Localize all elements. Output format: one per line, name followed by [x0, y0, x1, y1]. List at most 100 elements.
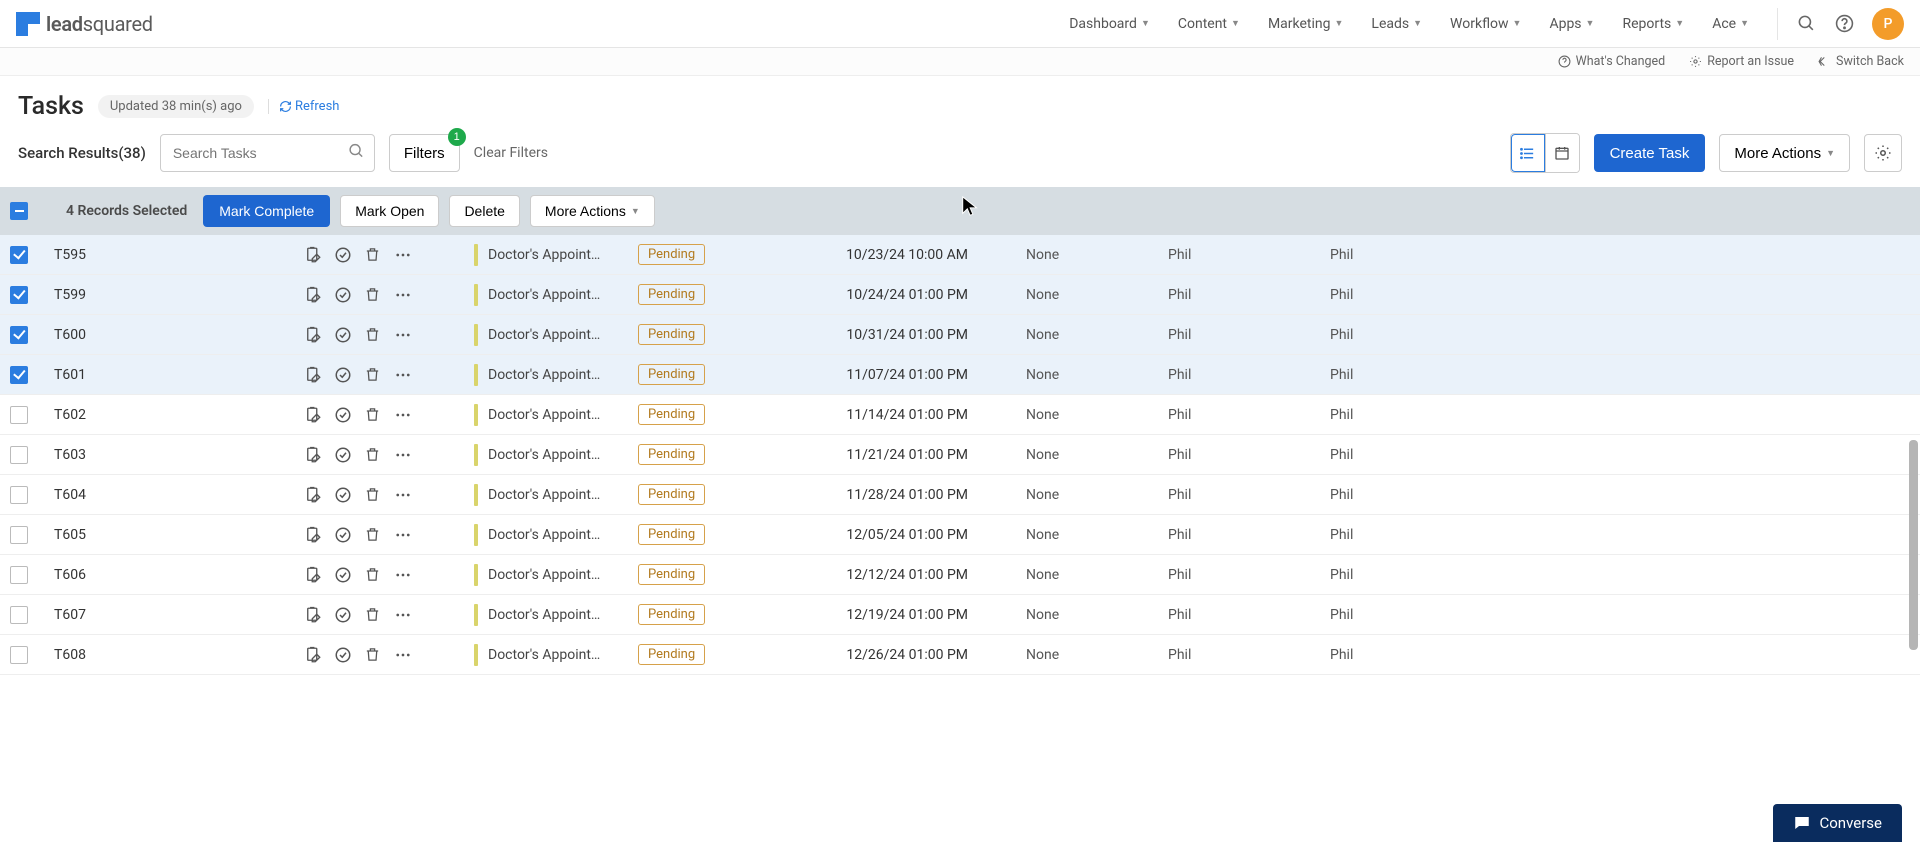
nav-item-ace[interactable]: Ace ▼: [1712, 16, 1749, 32]
table-row[interactable]: T607Doctor's Appoint…Pending12/19/24 01:…: [0, 595, 1920, 635]
calendar-view-button[interactable]: [1545, 134, 1579, 172]
more-icon[interactable]: [394, 406, 412, 424]
more-icon[interactable]: [394, 486, 412, 504]
more-icon[interactable]: [394, 606, 412, 624]
logo[interactable]: leadsquared: [16, 12, 153, 36]
edit-icon[interactable]: [304, 406, 322, 424]
delete-icon[interactable]: [364, 446, 382, 464]
more-icon[interactable]: [394, 286, 412, 304]
complete-icon[interactable]: [334, 446, 352, 464]
row-checkbox[interactable]: [10, 326, 28, 344]
edit-icon[interactable]: [304, 246, 322, 264]
delete-icon[interactable]: [364, 246, 382, 264]
nav-item-content[interactable]: Content ▼: [1178, 16, 1240, 32]
table-row[interactable]: T601Doctor's Appoint…Pending11/07/24 01:…: [0, 355, 1920, 395]
complete-icon[interactable]: [334, 326, 352, 344]
complete-icon[interactable]: [334, 486, 352, 504]
avatar[interactable]: P: [1872, 8, 1904, 40]
search-icon[interactable]: [1796, 14, 1816, 34]
more-icon[interactable]: [394, 326, 412, 344]
search-icon[interactable]: [348, 143, 365, 164]
row-checkbox[interactable]: [10, 446, 28, 464]
complete-icon[interactable]: [334, 606, 352, 624]
complete-icon[interactable]: [334, 406, 352, 424]
delete-icon[interactable]: [364, 286, 382, 304]
nav-item-workflow[interactable]: Workflow ▼: [1450, 16, 1521, 32]
nav-right: P: [1777, 8, 1904, 40]
list-view-button[interactable]: [1511, 134, 1545, 172]
delete-icon[interactable]: [364, 646, 382, 664]
more-icon[interactable]: [394, 526, 412, 544]
whats-changed-link[interactable]: What's Changed: [1558, 54, 1666, 69]
table-row[interactable]: T606Doctor's Appoint…Pending12/12/24 01:…: [0, 555, 1920, 595]
nav-item-marketing[interactable]: Marketing ▼: [1268, 16, 1343, 32]
more-icon[interactable]: [394, 366, 412, 384]
delete-icon[interactable]: [364, 326, 382, 344]
row-checkbox[interactable]: [10, 606, 28, 624]
table-row[interactable]: T603Doctor's Appoint…Pending11/21/24 01:…: [0, 435, 1920, 475]
bulk-more-actions-button[interactable]: More Actions ▼: [530, 195, 655, 227]
create-task-button[interactable]: Create Task: [1594, 134, 1706, 172]
delete-icon[interactable]: [364, 526, 382, 544]
row-checkbox[interactable]: [10, 526, 28, 544]
search-input[interactable]: [160, 134, 375, 172]
complete-icon[interactable]: [334, 366, 352, 384]
delete-icon[interactable]: [364, 406, 382, 424]
edit-icon[interactable]: [304, 366, 322, 384]
complete-icon[interactable]: [334, 646, 352, 664]
edit-icon[interactable]: [304, 646, 322, 664]
edit-icon[interactable]: [304, 486, 322, 504]
table-row[interactable]: T599Doctor's Appoint…Pending10/24/24 01:…: [0, 275, 1920, 315]
more-icon[interactable]: [394, 246, 412, 264]
converse-button[interactable]: Converse: [1773, 804, 1902, 842]
mark-complete-button[interactable]: Mark Complete: [203, 195, 330, 227]
table-row[interactable]: T602Doctor's Appoint…Pending11/14/24 01:…: [0, 395, 1920, 435]
table-row[interactable]: T604Doctor's Appoint…Pending11/28/24 01:…: [0, 475, 1920, 515]
table-row[interactable]: T595Doctor's Appoint…Pending10/23/24 10:…: [0, 235, 1920, 275]
row-checkbox[interactable]: [10, 486, 28, 504]
row-checkbox[interactable]: [10, 246, 28, 264]
row-checkbox[interactable]: [10, 646, 28, 664]
delete-icon[interactable]: [364, 486, 382, 504]
report-issue-link[interactable]: Report an Issue: [1689, 54, 1794, 69]
delete-button[interactable]: Delete: [449, 195, 519, 227]
complete-icon[interactable]: [334, 286, 352, 304]
help-icon[interactable]: [1834, 14, 1854, 34]
nav-item-leads[interactable]: Leads ▼: [1371, 16, 1422, 32]
edit-icon[interactable]: [304, 566, 322, 584]
mark-open-button[interactable]: Mark Open: [340, 195, 439, 227]
complete-icon[interactable]: [334, 246, 352, 264]
delete-icon[interactable]: [364, 366, 382, 384]
edit-icon[interactable]: [304, 446, 322, 464]
complete-icon[interactable]: [334, 526, 352, 544]
clear-filters-link[interactable]: Clear Filters: [474, 145, 548, 161]
table-row[interactable]: T605Doctor's Appoint…Pending12/05/24 01:…: [0, 515, 1920, 555]
settings-button[interactable]: [1864, 134, 1902, 172]
edit-icon[interactable]: [304, 606, 322, 624]
more-actions-button[interactable]: More Actions ▼: [1719, 134, 1850, 172]
refresh-link[interactable]: Refresh: [268, 99, 339, 114]
row-checkbox[interactable]: [10, 566, 28, 584]
row-checkbox[interactable]: [10, 366, 28, 384]
select-all-checkbox[interactable]: [10, 202, 28, 220]
edit-icon[interactable]: [304, 526, 322, 544]
more-icon[interactable]: [394, 446, 412, 464]
row-checkbox[interactable]: [10, 286, 28, 304]
nav-item-reports[interactable]: Reports ▼: [1622, 16, 1684, 32]
filters-button[interactable]: Filters 1: [389, 134, 460, 172]
delete-icon[interactable]: [364, 606, 382, 624]
table-row[interactable]: T600Doctor's Appoint…Pending10/31/24 01:…: [0, 315, 1920, 355]
table-row[interactable]: T608Doctor's Appoint…Pending12/26/24 01:…: [0, 635, 1920, 675]
switch-back-link[interactable]: Switch Back: [1818, 54, 1904, 69]
nav-item-dashboard[interactable]: Dashboard ▼: [1069, 16, 1150, 32]
more-icon[interactable]: [394, 566, 412, 584]
scrollbar[interactable]: [1909, 440, 1918, 650]
row-checkbox[interactable]: [10, 406, 28, 424]
delete-icon[interactable]: [364, 566, 382, 584]
more-icon[interactable]: [394, 646, 412, 664]
edit-icon[interactable]: [304, 286, 322, 304]
nav-item-apps[interactable]: Apps ▼: [1549, 16, 1594, 32]
complete-icon[interactable]: [334, 566, 352, 584]
edit-icon[interactable]: [304, 326, 322, 344]
refresh-label: Refresh: [295, 99, 339, 114]
